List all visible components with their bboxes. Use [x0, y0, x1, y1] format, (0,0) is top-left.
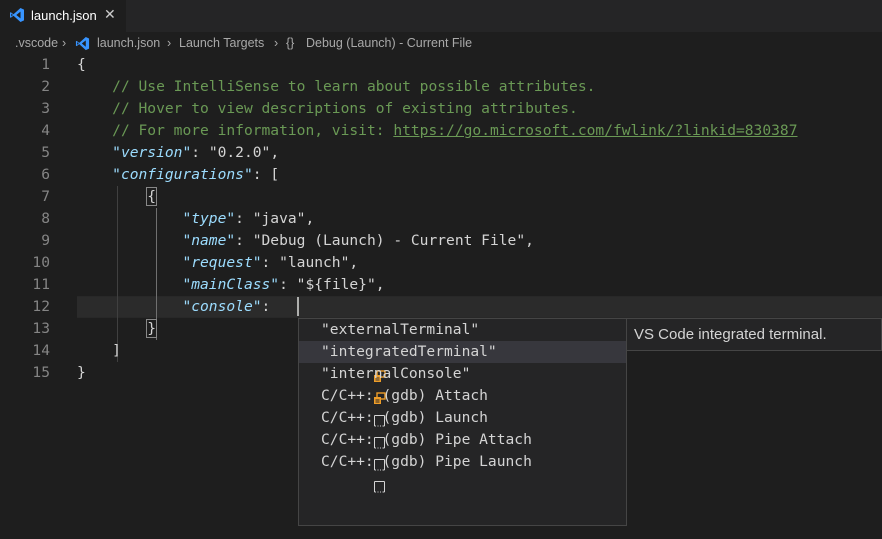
line-number: 2: [41, 78, 50, 95]
breadcrumb-file[interactable]: launch.json: [97, 36, 160, 50]
chevron-right-icon: ›: [62, 36, 67, 50]
code-line: "configurations": [: [112, 166, 280, 183]
breadcrumb-folder[interactable]: .vscode: [15, 36, 58, 50]
chevron-right-icon: ›: [274, 36, 279, 50]
code-line: // Use IntelliSense to learn about possi…: [77, 76, 595, 98]
line-number: 9: [41, 232, 50, 249]
enum-member-icon: [303, 368, 386, 404]
code-line: {: [77, 56, 86, 73]
code-line: "request": "launch",: [182, 254, 359, 271]
line-number: 8: [41, 210, 50, 227]
line-number: 14: [32, 342, 50, 359]
snippet-icon: [303, 412, 386, 449]
vscode-file-icon: [9, 7, 25, 28]
suggestion-item[interactable]: C/C++: (gdb) Launch: [299, 407, 626, 449]
suggestion-item[interactable]: "externalTerminal": [299, 319, 626, 360]
code-editor[interactable]: 1 2 3 4 5 6 7 8 9 10 11 12 13 14 15 { //…: [0, 54, 882, 528]
comment: // Hover to view descriptions of existin…: [112, 100, 578, 117]
suggestion-item-selected[interactable]: "integratedTerminal": [299, 341, 626, 382]
enum-member-icon: [303, 346, 386, 382]
code-line: }: [77, 318, 158, 340]
line-number: 15: [32, 364, 50, 381]
comment: // Use IntelliSense to learn about possi…: [112, 78, 596, 95]
suggestion-item[interactable]: C/C++: (gdb) Pipe Attach: [299, 429, 626, 471]
line-number: 4: [41, 122, 50, 139]
line-number: 10: [32, 254, 50, 271]
vscode-file-icon: [75, 36, 90, 54]
tab-label: launch.json: [31, 8, 97, 23]
suggestion-list: "externalTerminal" "integratedTerminal" …: [298, 318, 627, 526]
code-line: // Hover to view descriptions of existin…: [77, 98, 578, 120]
braces-icon: {}: [286, 36, 295, 50]
line-number: 3: [41, 100, 50, 117]
line-number: 13: [32, 320, 50, 337]
chevron-right-icon: ›: [167, 36, 172, 50]
code-line: "name": "Debug (Launch) - Current File",: [182, 232, 534, 249]
snippet-icon: [303, 434, 386, 471]
tab-launch-json[interactable]: launch.json ✕: [0, 0, 126, 32]
line-number: 7: [41, 188, 50, 205]
code-line: "mainClass": "${file}",: [182, 276, 385, 293]
breadcrumb-entry[interactable]: Debug (Launch) - Current File: [306, 36, 472, 50]
suggestion-details: VS Code integrated terminal.: [627, 318, 882, 351]
line-number: 6: [41, 166, 50, 183]
line-number: 12: [32, 298, 50, 315]
suggestion-item[interactable]: C/C++: (gdb) Pipe Launch: [299, 451, 626, 493]
code-line: ]: [112, 342, 121, 359]
close-icon[interactable]: ✕: [104, 6, 116, 23]
text-cursor: [297, 297, 299, 316]
line-number: 1: [41, 56, 50, 73]
code-line: {: [77, 186, 158, 208]
suggestion-details-text: VS Code integrated terminal.: [634, 326, 827, 343]
suggestion-item[interactable]: C/C++: (gdb) Attach: [299, 385, 626, 427]
matching-brace: {: [146, 187, 158, 206]
line-number: 5: [41, 144, 50, 161]
snippet-icon: [303, 390, 386, 427]
tab-bar: launch.json ✕: [0, 0, 882, 32]
breadcrumb: .vscode › launch.json › Launch Targets ›…: [0, 32, 882, 54]
code-line: }: [77, 364, 86, 381]
code-line: "type": "java",: [182, 210, 315, 227]
code-line: "console":: [182, 298, 280, 315]
snippet-icon: [303, 456, 386, 493]
enum-member-icon: [303, 324, 386, 360]
code-line: // For more information, visit: https://…: [77, 120, 797, 142]
line-number: 11: [32, 276, 50, 293]
docs-link[interactable]: https://go.microsoft.com/fwlink/?linkid=…: [393, 122, 797, 139]
code-line: "version": "0.2.0",: [112, 144, 280, 161]
matching-brace: }: [146, 319, 158, 338]
breadcrumb-section[interactable]: Launch Targets: [179, 36, 264, 50]
suggestion-item[interactable]: "internalConsole": [299, 363, 626, 404]
comment: // For more information, visit:: [112, 122, 394, 139]
